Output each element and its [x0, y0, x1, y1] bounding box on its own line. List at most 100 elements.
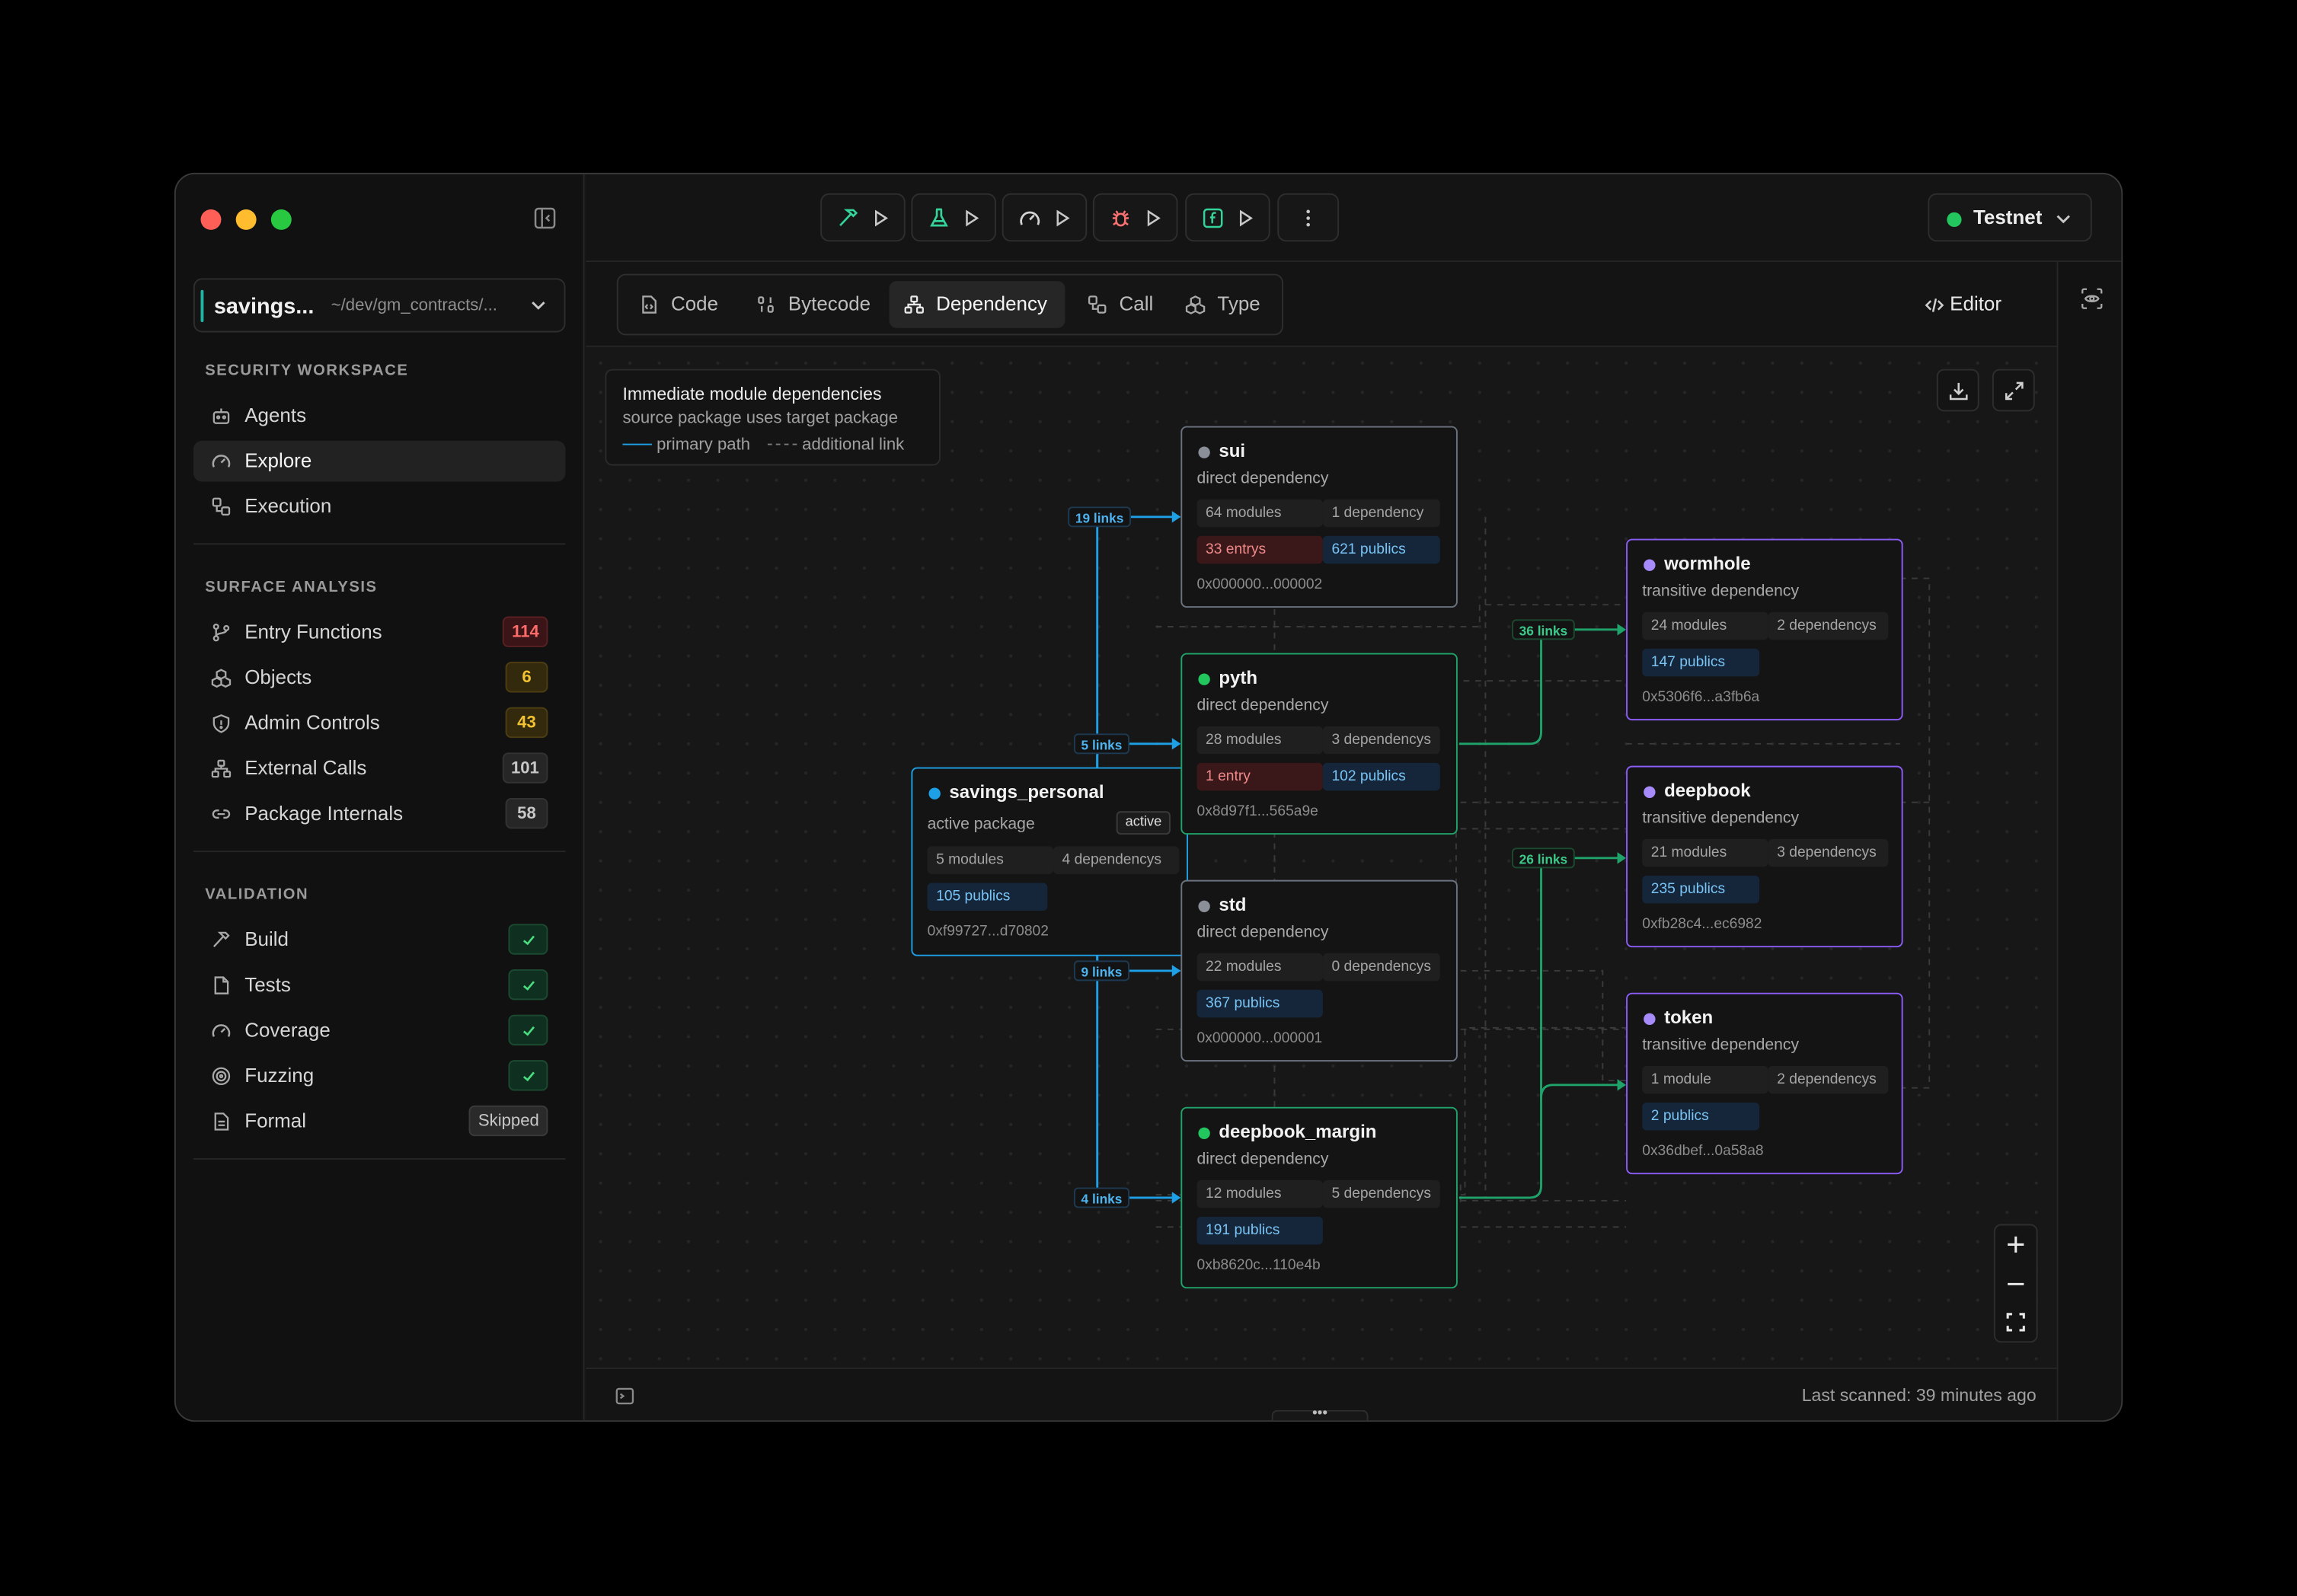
- sidebar-item-objects[interactable]: Objects 6: [193, 657, 566, 698]
- sidebar-item-package-internals[interactable]: Package Internals 58: [193, 793, 566, 835]
- additional-link-swatch: [768, 444, 798, 446]
- sidebar-item-build[interactable]: Build: [193, 920, 566, 961]
- zoom-out-button[interactable]: [1995, 1265, 2037, 1304]
- publics-pill: 621 publics: [1322, 535, 1440, 564]
- node-title: pyth: [1219, 667, 1258, 688]
- download-icon: [1948, 381, 1969, 401]
- terminal-icon[interactable]: [615, 1387, 634, 1406]
- target-icon: [211, 1066, 232, 1087]
- graph-node-sui[interactable]: sui direct dependency 64 modules 1 depen…: [1180, 426, 1458, 608]
- build-run-button[interactable]: [820, 193, 906, 242]
- graph-node-pyth[interactable]: pyth direct dependency 28 modules 3 depe…: [1180, 653, 1458, 835]
- tab-dependency[interactable]: Dependency: [889, 281, 1065, 328]
- formal-run-button[interactable]: [1185, 193, 1270, 242]
- sidebar-item-tests[interactable]: Tests: [193, 965, 566, 1006]
- sidebar-item-coverage[interactable]: Coverage: [193, 1010, 566, 1052]
- tab-call[interactable]: Call: [1072, 281, 1163, 328]
- sidebar-item-fuzzing[interactable]: Fuzzing: [193, 1055, 566, 1096]
- modules-pill: 28 modules: [1196, 726, 1323, 755]
- modules-pill: 21 modules: [1642, 838, 1768, 867]
- coverage-run-button[interactable]: [1002, 193, 1088, 242]
- sidebar-item-admin-controls[interactable]: Admin Controls 43: [193, 703, 566, 744]
- sidebar-toggle-icon[interactable]: [533, 206, 557, 230]
- editor-button[interactable]: Editor: [1905, 284, 2037, 325]
- graph-node-token[interactable]: token transitive dependency 1 module 2 d…: [1626, 992, 1903, 1175]
- flask-icon: [928, 206, 951, 230]
- skipped-badge: Skipped: [469, 1105, 548, 1137]
- tab-label: Call: [1119, 292, 1154, 315]
- node-title: token: [1664, 1007, 1714, 1028]
- graph-node-deepbook[interactable]: deepbook transitive dependency 21 module…: [1626, 765, 1903, 948]
- link-count-badge: 36 links: [1512, 619, 1575, 640]
- tab-type[interactable]: Type: [1171, 281, 1273, 328]
- node-kind: transitive dependency: [1642, 1036, 1800, 1055]
- zoom-controls: [1993, 1224, 2038, 1343]
- close-window-button[interactable]: [200, 209, 222, 230]
- dependencies-pill: 1 dependency: [1322, 499, 1440, 528]
- more-vertical-icon: [1306, 209, 1310, 227]
- sidebar-item-execution[interactable]: Execution: [193, 486, 566, 527]
- plus-icon: [2008, 1236, 2024, 1253]
- zoom-in-button[interactable]: [1995, 1225, 2037, 1265]
- network-label: Testnet: [1973, 206, 2043, 228]
- tab-code[interactable]: Code: [624, 281, 732, 328]
- node-status-dot: [928, 787, 941, 800]
- legend-title: Immediate module dependencies: [622, 383, 882, 404]
- robot-icon: [211, 406, 232, 426]
- sidebar-item-formal[interactable]: Formal Skipped: [193, 1101, 566, 1142]
- edge-to-token: [1540, 1084, 1625, 1099]
- node-address: 0x5306f6...a3fb6a: [1642, 689, 1760, 706]
- dependency-graph-canvas[interactable]: 19 links 5 links 9 links 4 links 36 link…: [586, 348, 2057, 1368]
- dependencies-pill: 4 dependencys: [1053, 846, 1180, 874]
- graph-node-wormhole[interactable]: wormhole transitive dependency 24 module…: [1626, 538, 1903, 721]
- node-kind: direct dependency: [1196, 697, 1329, 715]
- bug-icon: [1109, 206, 1133, 230]
- modules-pill: 22 modules: [1196, 953, 1323, 982]
- sidebar-item-entry-functions[interactable]: Entry Functions 114: [193, 612, 566, 653]
- sidebar-item-agents[interactable]: Agents: [193, 395, 566, 436]
- graph-node-std[interactable]: std direct dependency 22 modules 0 depen…: [1180, 879, 1458, 1062]
- play-icon: [1235, 208, 1256, 228]
- publics-pill: 2 publics: [1642, 1102, 1760, 1131]
- project-path: ~/dev/gm_contracts/...: [331, 297, 497, 315]
- entries-pill: 33 entrys: [1196, 535, 1323, 564]
- view-tabs-bar: Code Bytecode Dependency Call Type Edito…: [586, 262, 2057, 347]
- sidebar-item-explore[interactable]: Explore: [193, 440, 566, 482]
- check-icon: [508, 924, 548, 955]
- graph-node-deepbook-margin[interactable]: deepbook_margin direct dependency 12 mod…: [1180, 1106, 1458, 1289]
- tab-bytecode[interactable]: Bytecode: [741, 281, 887, 328]
- maximize-window-button[interactable]: [270, 209, 292, 230]
- publics-pill: 102 publics: [1322, 762, 1440, 791]
- active-tag: active: [1117, 811, 1171, 835]
- scan-eye-icon[interactable]: [2080, 287, 2104, 311]
- sidebar-item-external-calls[interactable]: External Calls 101: [193, 749, 566, 790]
- legend-primary-label: primary path: [657, 436, 751, 455]
- network-status-dot: [1947, 212, 1962, 228]
- network-icon: [211, 758, 232, 779]
- download-button[interactable]: [1936, 369, 1979, 412]
- fit-view-button[interactable]: [1995, 1303, 2037, 1342]
- top-toolbar: Testnet: [586, 174, 2122, 263]
- sidebar-item-label: Admin Controls: [244, 711, 380, 734]
- function-icon: [1201, 206, 1225, 230]
- more-actions-button[interactable]: [1277, 193, 1340, 242]
- node-kind: transitive dependency: [1642, 583, 1800, 601]
- last-scanned-text: Last scanned: 39 minutes ago: [1801, 1385, 2037, 1406]
- network-selector[interactable]: Testnet: [1928, 193, 2092, 242]
- panel-resize-handle[interactable]: •••: [1271, 1406, 1369, 1421]
- node-kind: direct dependency: [1196, 1151, 1329, 1169]
- link-count-badge: 9 links: [1073, 960, 1130, 982]
- count-badge: 6: [505, 662, 548, 693]
- sidebar-item-label: Agents: [244, 404, 307, 426]
- expand-button[interactable]: [1992, 369, 2035, 412]
- minimize-window-button[interactable]: [235, 209, 257, 230]
- play-icon: [1142, 208, 1163, 228]
- test-run-button[interactable]: [911, 193, 996, 242]
- node-kind: active package: [927, 816, 1035, 834]
- arrowhead: [1617, 624, 1627, 636]
- fuzz-run-button[interactable]: [1092, 193, 1178, 242]
- graph-node-savings-personal[interactable]: savings_personal active package active 5…: [911, 767, 1188, 956]
- play-icon: [871, 208, 891, 228]
- gauge-icon: [1018, 206, 1042, 230]
- project-selector[interactable]: savings... ~/dev/gm_contracts/...: [193, 278, 566, 333]
